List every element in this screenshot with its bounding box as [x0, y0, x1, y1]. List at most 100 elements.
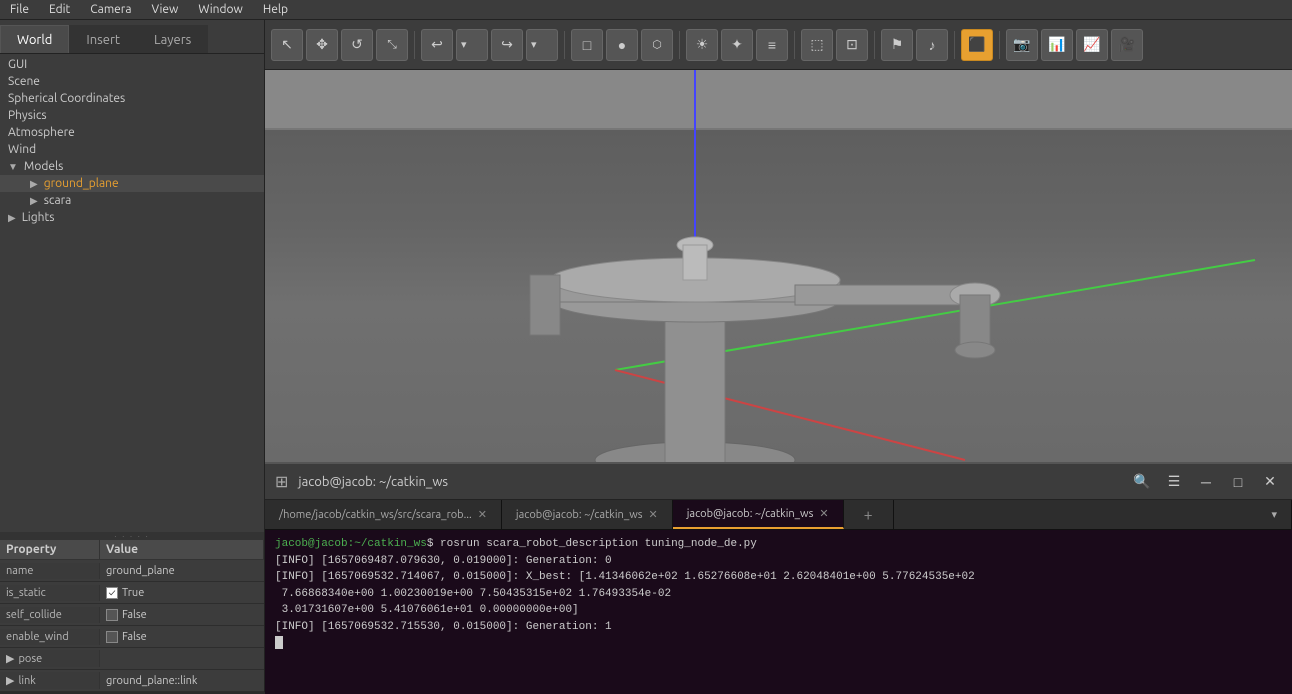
terminal-container: ⊞ jacob@jacob: ~/catkin_ws 🔍 ☰ ─ □ ✕ /ho…: [265, 462, 1292, 692]
terminal-menu-button[interactable]: ☰: [1162, 470, 1186, 494]
tab-insert[interactable]: Insert: [69, 25, 137, 53]
prop-name-value[interactable]: ground_plane: [100, 563, 264, 579]
terminal-cursor: [275, 636, 283, 649]
panel-divider[interactable]: [0, 532, 264, 540]
right-panel: ↖ ✥ ↺ ⤡ ↩ ▾ ↪ ▾ □ ● ⬡ ☀ ✦ ≡ ⬚ ⊡ ⚑ ♪ ⬛: [265, 20, 1292, 692]
spot-light-button[interactable]: ✦: [721, 29, 753, 61]
rotate-tool-button[interactable]: ↺: [341, 29, 373, 61]
prop-selfcollide-label: self_collide: [0, 607, 100, 623]
prop-pose-value: [100, 657, 264, 661]
viewport-background: [265, 70, 1292, 462]
separator-2: [564, 31, 565, 59]
point-light-button[interactable]: ☀: [686, 29, 718, 61]
menu-edit[interactable]: Edit: [45, 3, 74, 16]
box-shape-button[interactable]: □: [571, 29, 603, 61]
select-tool-button[interactable]: ↖: [271, 29, 303, 61]
terminal-line-4: 7.66868340e+00 1.00230019e+00 7.50435315…: [275, 586, 1282, 603]
tree-item-spherical[interactable]: Spherical Coordinates: [0, 90, 264, 107]
viewport-svg: [265, 70, 1292, 462]
copy-button[interactable]: ⬚: [801, 29, 833, 61]
properties-header: Property Value: [0, 540, 264, 560]
isstatic-checkbox[interactable]: ✓: [106, 587, 118, 599]
properties-panel: Property Value name ground_plane is_stat…: [0, 540, 264, 692]
tree-item-atmosphere[interactable]: Atmosphere: [0, 124, 264, 141]
terminal-minimize-button[interactable]: ─: [1194, 470, 1218, 494]
prop-selfcollide-value[interactable]: False: [100, 607, 264, 623]
prop-isstatic-value[interactable]: ✓ True: [100, 585, 264, 601]
viewport-3d[interactable]: [265, 70, 1292, 462]
tab3-close[interactable]: ✕: [819, 507, 828, 520]
tab-bar: World Insert Layers: [0, 20, 264, 54]
terminal-search-button[interactable]: 🔍: [1130, 470, 1154, 494]
redo-button[interactable]: ↪: [491, 29, 523, 61]
paste-button[interactable]: ⊡: [836, 29, 868, 61]
terminal-output[interactable]: jacob@jacob:~/catkin_ws$ rosrun scara_ro…: [265, 530, 1292, 694]
terminal-tab-dropdown[interactable]: ▾: [1257, 500, 1292, 529]
prop-link-label: ▶ link: [0, 672, 100, 689]
menubar: File Edit Camera View Window Help: [0, 0, 1292, 20]
tab-world[interactable]: World: [0, 25, 69, 53]
tree-item-physics[interactable]: Physics: [0, 107, 264, 124]
cylinder-shape-button[interactable]: ⬡: [641, 29, 673, 61]
terminal-tab-3[interactable]: jacob@jacob: ~/catkin_ws ✕: [673, 500, 844, 529]
terminal-controls: 🔍 ☰ ─ □ ✕: [1130, 470, 1282, 494]
menu-help[interactable]: Help: [259, 3, 292, 16]
log-button[interactable]: 📊: [1041, 29, 1073, 61]
prop-enablewind-value[interactable]: False: [100, 629, 264, 645]
terminal-close-button[interactable]: ✕: [1258, 470, 1282, 494]
scara-expand-icon: ▶: [30, 195, 38, 207]
menu-window[interactable]: Window: [194, 3, 246, 16]
translate-tool-button[interactable]: ✥: [306, 29, 338, 61]
prop-row-enablewind: enable_wind False: [0, 626, 264, 648]
audio-button[interactable]: ♪: [916, 29, 948, 61]
enablewind-checkbox[interactable]: [106, 631, 118, 643]
menu-view[interactable]: View: [148, 3, 183, 16]
separator-1: [414, 31, 415, 59]
sphere-shape-button[interactable]: ●: [606, 29, 638, 61]
scene-tree: GUI Scene Spherical Coordinates Physics …: [0, 54, 264, 532]
pose-expand-icon: ▶: [6, 652, 14, 665]
tree-item-wind[interactable]: Wind: [0, 141, 264, 158]
tree-item-lights[interactable]: ▶ Lights: [0, 209, 264, 226]
separator-3: [679, 31, 680, 59]
plot-button[interactable]: 📈: [1076, 29, 1108, 61]
terminal-maximize-button[interactable]: □: [1226, 470, 1250, 494]
lights-expand-icon: ▶: [8, 212, 16, 224]
tree-item-models[interactable]: ▼ Models: [0, 158, 264, 175]
active-mode-button[interactable]: ⬛: [961, 29, 993, 61]
terminal-line-5: 3.01731607e+00 5.41076061e+01 0.00000000…: [275, 602, 1282, 619]
menu-camera[interactable]: Camera: [86, 3, 135, 16]
terminal-tab-1[interactable]: /home/jacob/catkin_ws/src/scara_rob... ✕: [265, 500, 502, 529]
selfcollide-checkbox[interactable]: [106, 609, 118, 621]
groundplane-expand-icon: ▶: [30, 178, 38, 190]
record-button[interactable]: 🎥: [1111, 29, 1143, 61]
menu-file[interactable]: File: [6, 3, 33, 16]
redo-dropdown[interactable]: ▾: [526, 29, 558, 61]
terminal-tab-spacer: [894, 500, 1258, 529]
undo-dropdown[interactable]: ▾: [456, 29, 488, 61]
tree-item-gui[interactable]: GUI: [0, 56, 264, 73]
terminal-line-cursor: [275, 635, 1282, 652]
undo-button[interactable]: ↩: [421, 29, 453, 61]
prop-row-link[interactable]: ▶ link ground_plane::link: [0, 670, 264, 692]
tab-layers[interactable]: Layers: [137, 25, 208, 53]
value-col-header: Value: [100, 540, 264, 560]
dir-light-button[interactable]: ≡: [756, 29, 788, 61]
prop-pose-label: ▶ pose: [0, 650, 100, 667]
tree-item-ground-plane[interactable]: ▶ ground_plane: [0, 175, 264, 192]
terminal-tab-bar: /home/jacob/catkin_ws/src/scara_rob... ✕…: [265, 500, 1292, 530]
tab1-close[interactable]: ✕: [478, 508, 487, 521]
property-col-header: Property: [0, 540, 100, 560]
scale-tool-button[interactable]: ⤡: [376, 29, 408, 61]
terminal-line-2: [INFO] [1657069487.079630, 0.019000]: Ge…: [275, 553, 1282, 570]
terminal-tab-2[interactable]: jacob@jacob: ~/catkin_ws ✕: [502, 500, 673, 529]
tab2-close[interactable]: ✕: [649, 508, 658, 521]
tree-item-scene[interactable]: Scene: [0, 73, 264, 90]
flag-button[interactable]: ⚑: [881, 29, 913, 61]
prop-row-pose[interactable]: ▶ pose: [0, 648, 264, 670]
terminal-line-1: jacob@jacob:~/catkin_ws$ rosrun scara_ro…: [275, 536, 1282, 553]
screenshot-button[interactable]: 📷: [1006, 29, 1038, 61]
terminal-header: ⊞ jacob@jacob: ~/catkin_ws 🔍 ☰ ─ □ ✕: [265, 464, 1292, 500]
tree-item-scara[interactable]: ▶ scara: [0, 192, 264, 209]
terminal-tab-add[interactable]: +: [844, 500, 894, 529]
